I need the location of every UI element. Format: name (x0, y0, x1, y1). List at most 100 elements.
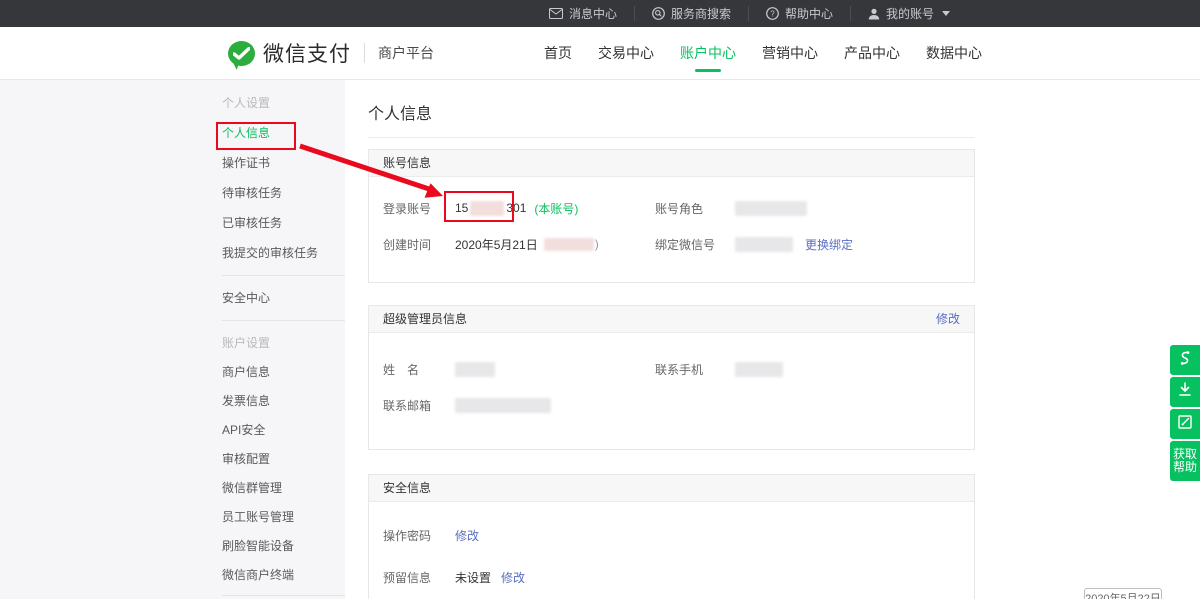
created-date: 2020年5月21日 (455, 236, 538, 253)
super-admin-card-body: 姓 名 联系手机 联系邮箱 (369, 333, 974, 449)
created-time-row: 创建时间 2020年5月21日 ) (383, 226, 655, 262)
nav-home[interactable]: 首页 (544, 27, 572, 80)
admin-phone-row: 联系手机 (655, 351, 960, 387)
main-content: 个人信息 账号信息 登录账号 15 301 (本账号) (345, 80, 1200, 599)
sidebar-item-security-center[interactable]: 安全中心 (222, 290, 345, 306)
sidebar-item-invoice-info[interactable]: 发票信息 (222, 393, 345, 409)
top-utility-menu: 消息中心 服务商搜索 ? 帮助中心 我的账号 (532, 0, 967, 27)
brand-block[interactable]: 微信支付 商户平台 (228, 38, 434, 68)
security-info-card-title: 安全信息 (383, 475, 431, 501)
nav-marketing-center[interactable]: 营销中心 (762, 27, 818, 80)
brand-separator (364, 43, 365, 63)
security-info-card-body: 操作密码 修改 预留信息 未设置 修改 预留信息是由你自己设置的一段文字，用来鉴… (369, 502, 974, 599)
sidebar-section-personal-settings: 个人设置 (222, 95, 345, 111)
sidebar-item-api-security[interactable]: API安全 (222, 422, 345, 438)
service-provider-search-label: 服务商搜索 (671, 5, 731, 22)
sidebar-item-wechat-group-management[interactable]: 微信群管理 (222, 480, 345, 496)
reserved-info-value: 未设置 (455, 569, 491, 586)
chevron-down-icon (942, 11, 950, 16)
operation-password-edit-link[interactable]: 修改 (455, 527, 479, 544)
page: 消息中心 服务商搜索 ? 帮助中心 我的账号 (0, 0, 1200, 599)
admin-email-label: 联系邮箱 (383, 397, 455, 414)
nav-data-center[interactable]: 数据中心 (926, 27, 982, 80)
super-admin-card-title: 超级管理员信息 (383, 306, 467, 332)
sidebar-section-account-settings: 账户设置 (222, 335, 345, 351)
page-title: 个人信息 (368, 104, 1200, 126)
sidebar-item-reviewed-tasks[interactable]: 已审核任务 (222, 215, 345, 231)
admin-name-label: 姓 名 (383, 361, 455, 378)
sidebar-item-face-payment-devices[interactable]: 刷脸智能设备 (222, 538, 345, 554)
brand-name: 微信支付 (263, 38, 351, 68)
login-account-end: 301 (506, 201, 526, 215)
nav-account-center[interactable]: 账户中心 (680, 27, 736, 80)
admin-phone-label: 联系手机 (655, 361, 735, 378)
account-info-card: 账号信息 登录账号 15 301 (本账号) 账号角色 (368, 149, 975, 283)
help-center-label: 帮助中心 (785, 5, 833, 22)
sidebar-item-operation-certificate[interactable]: 操作证书 (222, 155, 345, 171)
change-binding-link[interactable]: 更换绑定 (805, 236, 853, 253)
app-header: 微信支付 商户平台 首页 交易中心 账户中心 营销中心 产品中心 数据中心 (0, 27, 1200, 80)
login-account-value: 15 301 (本账号) (455, 200, 578, 217)
redacted-bound-wechat (735, 237, 793, 252)
body-row: 个人设置 个人信息 操作证书 待审核任务 已审核任务 我提交的审核任务 安全中心… (0, 80, 1200, 599)
reserved-info-row: 预留信息 未设置 修改 (383, 560, 960, 594)
operation-password-row: 操作密码 修改 (383, 518, 960, 552)
reserved-info-label: 预留信息 (383, 569, 455, 586)
main-nav: 首页 交易中心 账户中心 营销中心 产品中心 数据中心 (544, 27, 982, 80)
wechat-pay-logo-icon (228, 41, 255, 66)
sidebar-divider (222, 595, 345, 596)
user-icon (868, 8, 880, 20)
admin-name-value (455, 362, 495, 377)
sidebar-item-my-submitted-tasks[interactable]: 我提交的审核任务 (222, 245, 345, 261)
get-help-button[interactable]: 获取帮助 (1170, 441, 1200, 481)
sidebar-item-review-config[interactable]: 审核配置 (222, 451, 345, 467)
redacted-admin-name (455, 362, 495, 377)
download-button[interactable] (1170, 377, 1200, 407)
link-share-button[interactable] (1170, 345, 1200, 375)
bound-wechat-row: 绑定微信号 更换绑定 (655, 226, 960, 262)
service-provider-search-item[interactable]: 服务商搜索 (635, 0, 748, 27)
login-account-row: 登录账号 15 301 (本账号) (383, 190, 655, 226)
security-info-card-header: 安全信息 (369, 475, 974, 502)
message-center-item[interactable]: 消息中心 (532, 0, 634, 27)
nav-transaction-center[interactable]: 交易中心 (598, 27, 654, 80)
created-time-value: 2020年5月21日 ) (455, 236, 599, 253)
reserved-info-edit-link[interactable]: 修改 (501, 569, 525, 586)
sidebar-item-merchant-info[interactable]: 商户信息 (222, 364, 345, 380)
help-center-item[interactable]: ? 帮助中心 (749, 0, 850, 27)
account-role-label: 账号角色 (655, 200, 735, 217)
super-admin-card: 超级管理员信息 修改 姓 名 联系手机 (368, 305, 975, 450)
super-admin-edit-link[interactable]: 修改 (936, 306, 960, 332)
sidebar-item-staff-account-management[interactable]: 员工账号管理 (222, 509, 345, 525)
mail-icon (549, 8, 563, 19)
account-role-value (735, 201, 807, 216)
redacted-created-suffix (544, 238, 594, 251)
my-account-item[interactable]: 我的账号 (851, 0, 967, 27)
sidebar-item-personal-info[interactable]: 个人信息 (222, 125, 345, 141)
bound-wechat-value: 更换绑定 (735, 236, 853, 253)
sidebar-item-wechat-merchant-terminal[interactable]: 微信商户终端 (222, 567, 345, 583)
platform-name: 商户平台 (378, 43, 434, 63)
admin-phone-value (735, 362, 783, 377)
my-account-label: 我的账号 (886, 5, 934, 22)
created-time-label: 创建时间 (383, 236, 455, 253)
message-center-label: 消息中心 (569, 5, 617, 22)
sidebar-item-pending-review-tasks[interactable]: 待审核任务 (222, 185, 345, 201)
title-divider (368, 137, 975, 138)
account-role-row: 账号角色 (655, 190, 960, 226)
redacted-login-middle (470, 201, 504, 216)
security-info-card: 安全信息 操作密码 修改 预留信息 未设置 修改 预留信息是由你自己设置的一段文… (368, 474, 975, 599)
date-tooltip: 2020年5月22日 (1084, 588, 1162, 599)
super-admin-card-header: 超级管理员信息 修改 (369, 306, 974, 333)
feedback-button[interactable] (1170, 409, 1200, 439)
account-info-card-body: 登录账号 15 301 (本账号) 账号角色 (369, 177, 974, 282)
download-icon (1178, 382, 1192, 402)
sidebar: 个人设置 个人信息 操作证书 待审核任务 已审核任务 我提交的审核任务 安全中心… (0, 80, 345, 599)
sidebar-divider (222, 275, 345, 276)
redacted-admin-phone (735, 362, 783, 377)
link-icon (1178, 350, 1192, 371)
nav-product-center[interactable]: 产品中心 (844, 27, 900, 80)
operation-password-label: 操作密码 (383, 527, 455, 544)
login-account-start: 15 (455, 201, 468, 215)
admin-email-value (455, 398, 551, 413)
